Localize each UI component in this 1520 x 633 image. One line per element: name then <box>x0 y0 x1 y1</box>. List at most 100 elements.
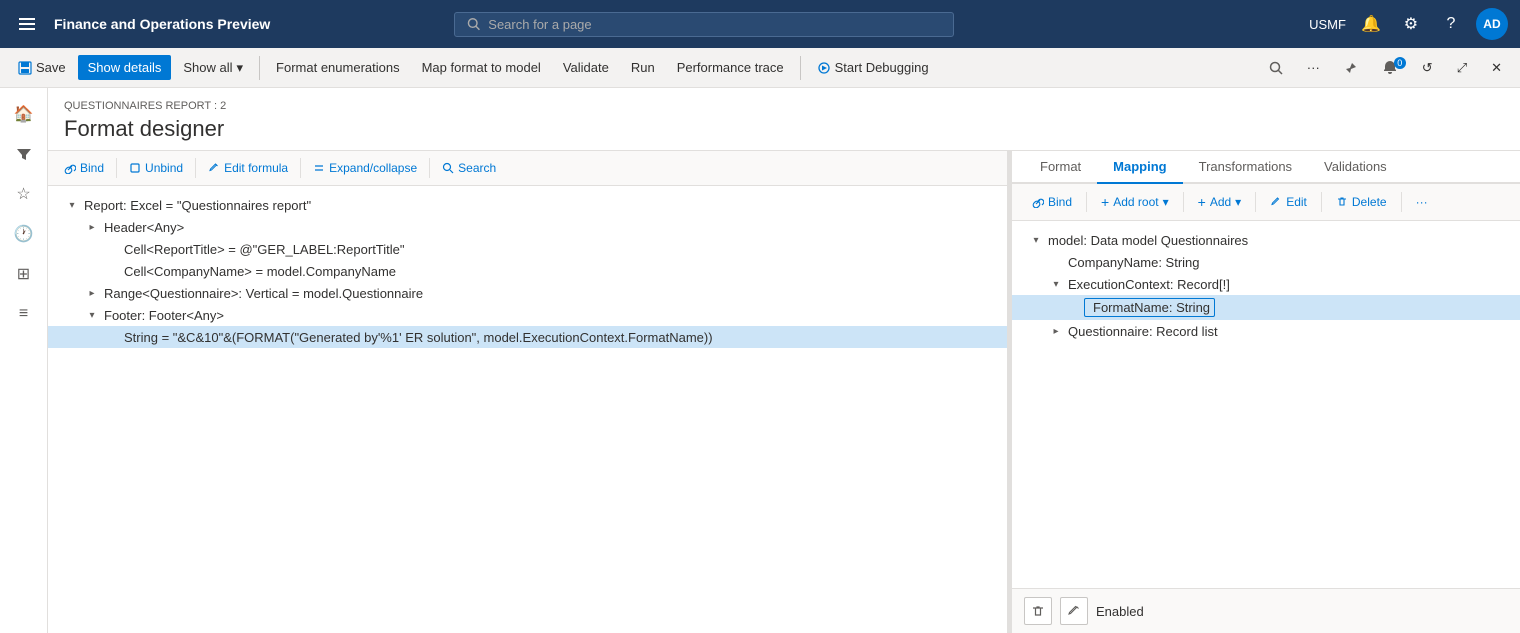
right-pane-tabs: Format Mapping Transformations Validatio… <box>1012 151 1520 184</box>
performance-trace-button[interactable]: Performance trace <box>667 55 794 80</box>
tree-item-label: Range<Questionnaire>: Vertical = model.Q… <box>104 286 423 301</box>
left-search-icon <box>442 162 454 174</box>
tree-item[interactable]: Cell<CompanyName> = model.CompanyName <box>48 260 1007 282</box>
mapping-expand-icon[interactable]: ▾ <box>1048 276 1064 292</box>
hamburger-menu-button[interactable] <box>12 9 42 39</box>
left-toolbar-sep-4 <box>429 158 430 178</box>
toolbar-search-button[interactable] <box>1259 56 1293 80</box>
breadcrumb: QUESTIONNAIRES REPORT : 2 <box>64 100 1504 112</box>
tree-expand-icon[interactable]: ▸ <box>84 285 100 301</box>
page-title: Format designer <box>64 116 1504 142</box>
toolbar-notification-button[interactable]: 0 <box>1372 55 1408 81</box>
notification-badge: 0 <box>1394 57 1406 69</box>
tree-item-label: Header<Any> <box>104 220 184 235</box>
global-search-input[interactable] <box>488 17 941 32</box>
right-more-button[interactable]: ··· <box>1408 191 1436 213</box>
mapping-expand-icon <box>1048 254 1064 270</box>
toolbar-separator-1 <box>259 56 260 80</box>
tree-item[interactable]: ▾Footer: Footer<Any> <box>48 304 1007 326</box>
tree-expand-icon <box>104 329 120 345</box>
company-label: USMF <box>1309 17 1346 32</box>
top-nav-right: USMF 🔔 ⚙ ? AD <box>1309 8 1508 40</box>
app-title: Finance and Operations Preview <box>54 16 270 32</box>
bottom-status-label: Enabled <box>1096 604 1144 619</box>
nav-home-button[interactable]: 🏠 <box>6 96 42 132</box>
nav-favorites-button[interactable]: ☆ <box>6 176 42 212</box>
format-enumerations-button[interactable]: Format enumerations <box>266 55 410 80</box>
global-search-bar[interactable] <box>454 12 954 37</box>
mapping-expand-icon[interactable]: ▾ <box>1028 232 1044 248</box>
toolbar-search-icon <box>1269 61 1283 75</box>
bottom-edit-button[interactable] <box>1060 597 1088 625</box>
tree-item[interactable]: Cell<ReportTitle> = @"GER_LABEL:ReportTi… <box>48 238 1007 260</box>
debug-icon <box>817 61 831 75</box>
right-delete-button[interactable]: Delete <box>1328 191 1395 213</box>
nav-filter-button[interactable] <box>6 136 42 172</box>
mapping-item[interactable]: ▾model: Data model Questionnaires <box>1012 229 1520 251</box>
delete-icon <box>129 162 141 174</box>
tree-expand-icon[interactable]: ▾ <box>84 307 100 323</box>
mapping-item[interactable]: CompanyName: String <box>1012 251 1520 273</box>
tree-item[interactable]: ▸ Range<Questionnaire>: Vertical = model.… <box>48 282 1007 304</box>
tab-mapping[interactable]: Mapping <box>1097 151 1182 184</box>
right-toolbar-sep-1 <box>1086 192 1087 212</box>
validate-button[interactable]: Validate <box>553 55 619 80</box>
toolbar-refresh-button[interactable]: ↺ <box>1412 55 1443 81</box>
add-icon: + <box>1198 194 1206 210</box>
save-button[interactable]: Save <box>8 55 76 80</box>
right-bind-button[interactable]: Bind <box>1024 191 1080 213</box>
expand-collapse-button[interactable]: Expand/collapse <box>305 157 425 179</box>
mapping-item-label: CompanyName: String <box>1068 255 1200 270</box>
toolbar-more-button[interactable]: ··· <box>1297 55 1330 80</box>
mapping-pane: Format Mapping Transformations Validatio… <box>1012 151 1520 633</box>
tree-expand-icon <box>104 241 120 257</box>
tree-item[interactable]: ▾Report: Excel = "Questionnaires report" <box>48 194 1007 216</box>
avatar[interactable]: AD <box>1476 8 1508 40</box>
bottom-delete-button[interactable] <box>1024 597 1052 625</box>
mapping-item-label: ExecutionContext: Record[!] <box>1068 277 1230 292</box>
content-area: QUESTIONNAIRES REPORT : 2 Format designe… <box>48 88 1520 633</box>
mapping-item[interactable]: FormatName: String <box>1012 295 1520 320</box>
left-search-button[interactable]: Search <box>434 157 504 179</box>
main-toolbar: Save Show details Show all ▾ Format enum… <box>0 48 1520 88</box>
right-pane-toolbar: Bind + Add root ▾ + Add ▾ <box>1012 184 1520 221</box>
unbind-button[interactable]: Unbind <box>121 157 191 179</box>
nav-workspaces-button[interactable]: ⊞ <box>6 256 42 292</box>
tree-expand-icon <box>104 263 120 279</box>
right-pane-bottom-bar: Enabled <box>1012 588 1520 633</box>
toolbar-expand-button[interactable]: ⤢ <box>1447 55 1477 81</box>
start-debugging-button[interactable]: Start Debugging <box>807 55 939 80</box>
tree-expand-icon[interactable]: ▾ <box>64 197 80 213</box>
tab-format[interactable]: Format <box>1024 151 1097 184</box>
notifications-button[interactable]: 🔔 <box>1356 9 1386 39</box>
pin-icon <box>1344 61 1358 75</box>
add-button[interactable]: + Add ▾ <box>1190 190 1250 214</box>
top-navigation: Finance and Operations Preview USMF 🔔 ⚙ … <box>0 0 1520 48</box>
trash-icon <box>1336 196 1348 208</box>
toolbar-pin-button[interactable] <box>1334 56 1368 80</box>
toolbar-close-button[interactable]: ✕ <box>1481 55 1512 81</box>
mapping-item[interactable]: ▾ ExecutionContext: Record[!] <box>1012 273 1520 295</box>
run-button[interactable]: Run <box>621 55 665 80</box>
tab-transformations[interactable]: Transformations <box>1183 151 1308 184</box>
settings-button[interactable]: ⚙ <box>1396 9 1426 39</box>
add-root-button[interactable]: + Add root ▾ <box>1093 190 1177 214</box>
nav-list-button[interactable]: ≡ <box>6 296 42 332</box>
map-format-to-model-button[interactable]: Map format to model <box>412 55 551 80</box>
right-edit-button[interactable]: Edit <box>1262 191 1315 213</box>
tree-item[interactable]: String = "&C&10"&(FORMAT("Generated by'%… <box>48 326 1007 348</box>
tree-expand-icon[interactable]: ▸ <box>84 219 100 235</box>
tree-item-label: String = "&C&10"&(FORMAT("Generated by'%… <box>124 330 713 345</box>
show-details-button[interactable]: Show details <box>78 55 172 80</box>
edit-icon <box>208 162 220 174</box>
show-all-button[interactable]: Show all ▾ <box>173 55 253 81</box>
bind-button[interactable]: Bind <box>56 157 112 179</box>
mapping-expand-icon[interactable]: ▸ <box>1048 323 1064 339</box>
help-button[interactable]: ? <box>1436 9 1466 39</box>
edit-formula-button[interactable]: Edit formula <box>200 157 296 179</box>
nav-recent-button[interactable]: 🕐 <box>6 216 42 252</box>
tab-validations[interactable]: Validations <box>1308 151 1403 184</box>
right-toolbar-sep-4 <box>1321 192 1322 212</box>
tree-item[interactable]: ▸ Header<Any> <box>48 216 1007 238</box>
mapping-item[interactable]: ▸Questionnaire: Record list <box>1012 320 1520 342</box>
